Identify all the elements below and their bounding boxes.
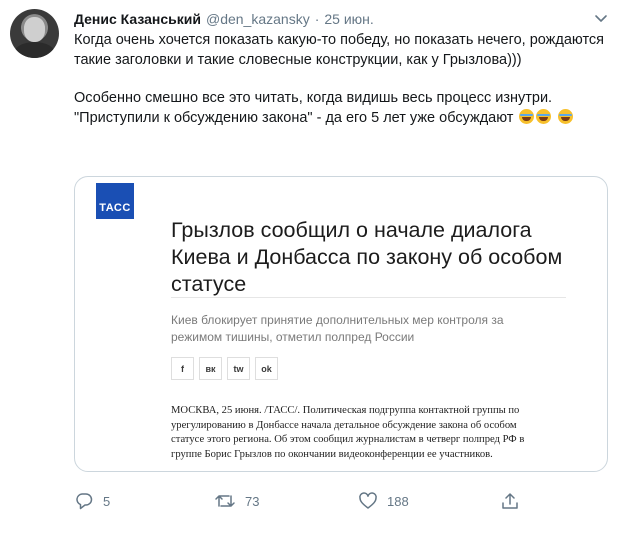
tweet-paragraph-2: Особенно смешно все это читать, когда ви… xyxy=(74,89,610,128)
avatar-body-shape xyxy=(14,42,55,58)
share-button[interactable] xyxy=(500,489,520,513)
chevron-down-icon[interactable] xyxy=(593,12,609,26)
tweet-paragraph-2-text: Особенно смешно все это читать, когда ви… xyxy=(74,90,553,126)
facebook-share-icon: f xyxy=(171,357,194,380)
tweet-paragraph-1: Когда очень хочется показать какую-то по… xyxy=(74,32,605,68)
card-headline: Грызлов сообщил о начале диалога Киева и… xyxy=(171,218,563,296)
tweet[interactable]: Денис Казанський @den_kazansky · 25 июн.… xyxy=(0,0,620,536)
ok-share-icon: ok xyxy=(255,357,278,380)
card-lead: Киев блокирует принятие дополнительных м… xyxy=(171,313,504,344)
face-with-tears-of-joy-icon xyxy=(519,108,535,124)
card-article-text: МОСКВА, 25 июня. /ТАСС/. Политическая по… xyxy=(171,405,525,460)
link-card[interactable]: ТАСС Грызлов сообщил о начале диалога Ки… xyxy=(74,176,608,472)
twitter-share-icon: tw xyxy=(227,357,250,380)
like-button[interactable]: 188 xyxy=(358,489,409,513)
tweet-text: Когда очень хочется показать какую-то по… xyxy=(74,31,610,128)
retweet-button[interactable]: 73 xyxy=(214,489,259,513)
author-handle[interactable]: @den_kazansky xyxy=(206,11,310,27)
card-screenshot: ТАСС Грызлов сообщил о начале диалога Ки… xyxy=(83,179,603,471)
tweet-header: Денис Казанський @den_kazansky · 25 июн. xyxy=(74,10,374,28)
share-icon xyxy=(500,491,520,511)
reply-button[interactable]: 5 xyxy=(74,489,110,513)
retweet-icon xyxy=(214,491,236,511)
avatar-head-shape xyxy=(24,17,45,42)
header-separator: · xyxy=(314,11,320,27)
reply-count: 5 xyxy=(103,493,111,509)
card-divider xyxy=(171,297,566,298)
retweet-count: 73 xyxy=(245,493,260,509)
author-name[interactable]: Денис Казанський xyxy=(74,11,201,27)
like-count: 188 xyxy=(387,493,409,509)
face-with-tears-of-joy-icon xyxy=(557,108,573,124)
heart-icon xyxy=(358,491,378,511)
tweet-actions: 5 73 188 xyxy=(74,489,534,513)
avatar[interactable] xyxy=(10,9,59,58)
tass-logo: ТАСС xyxy=(96,183,134,219)
face-with-tears-of-joy-icon xyxy=(536,108,552,124)
tweet-date[interactable]: 25 июн. xyxy=(324,11,373,27)
vk-share-icon: вк xyxy=(199,357,222,380)
reply-icon xyxy=(74,491,94,511)
share-buttons: f вк tw ok xyxy=(171,357,283,380)
